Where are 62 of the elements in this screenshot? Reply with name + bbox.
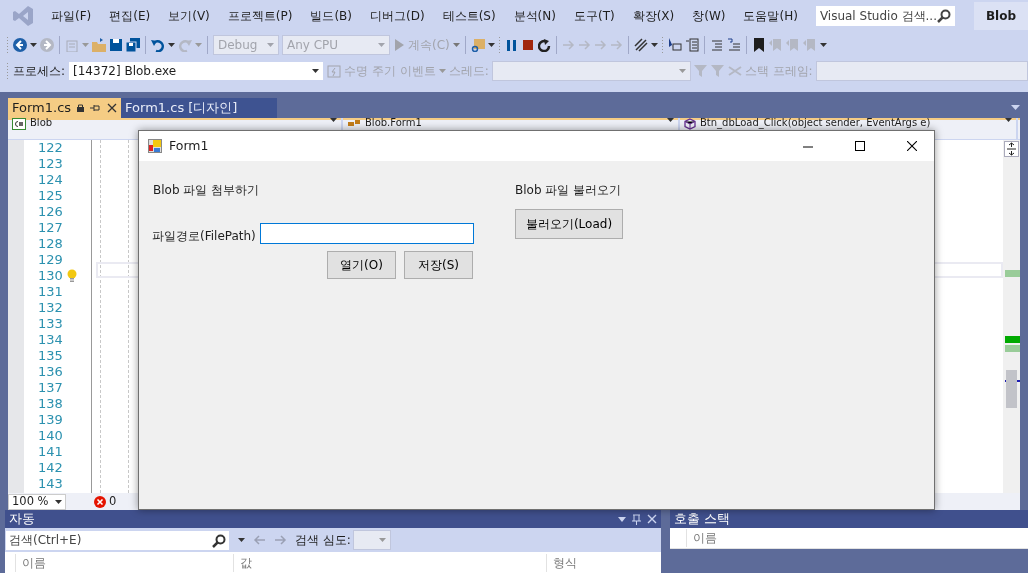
section-heading: Blob 파일 불러오기 [515,182,622,199]
line-number: 129 [38,252,63,268]
field-label: 파일경로(FilePath) [152,228,256,245]
menu-item[interactable]: 프로젝트(P) [218,0,302,32]
line-number: 141 [38,444,63,460]
line-number: 135 [38,348,63,364]
save-button[interactable]: 저장(S) [404,251,473,279]
solution-name: Blob [973,2,1028,30]
dropdown-value: Blob [30,118,54,128]
search-field[interactable]: 검색(Ctrl+E) [5,529,230,551]
line-number: 130 [38,268,63,284]
menu-item[interactable]: 도구(T) [564,0,624,32]
line-number: 133 [38,316,63,332]
search-field[interactable]: Visual Studio 검색... [814,5,956,27]
menu-item[interactable]: 편집(E) [100,0,160,32]
menu-item[interactable]: 분석(N) [504,0,565,32]
line-number: 138 [38,396,63,412]
menu-item[interactable]: 보기(V) [159,0,219,32]
zoom-dropdown[interactable]: 100 % [8,493,66,510]
line-number: 125 [38,188,63,204]
line-number: 122 [38,140,63,156]
menu-item[interactable]: 테스트(S) [433,0,505,32]
thread-label: 스레드: [448,63,489,80]
menu-item[interactable]: 확장(X) [623,0,684,32]
line-number: 124 [38,172,63,188]
process-label: 프로세스: [13,63,66,80]
line-number: 142 [38,460,63,476]
line-number: 140 [38,428,63,444]
section-heading: Blob 파일 첨부하기 [153,182,260,199]
depth-label: 검색 심도: [295,532,351,549]
dropdown-value: Btn_dbLoad_Click(object sender, EventArgs e) [700,118,932,128]
load-button[interactable]: 불러오기(Load) [515,209,623,239]
column-heading: 이름 [15,553,233,572]
line-number: 126 [38,204,63,220]
open-button[interactable]: 열기(O) [327,251,396,279]
line-number: 131 [38,284,63,300]
line-number: 128 [38,236,63,252]
window-title: Form1 [169,136,210,155]
menu-item[interactable]: 창(W) [683,0,735,32]
line-number: 136 [38,364,63,380]
line-number: 134 [38,332,63,348]
line-number: 139 [38,412,63,428]
document-tab[interactable]: Form1.cs [8,98,122,118]
line-number: 143 [38,476,63,492]
line-number: 127 [38,220,63,236]
panel-title: 호출 스택 [674,509,730,528]
menu-item[interactable]: 파일(F) [42,0,101,32]
panel-title: 자동 [9,509,35,528]
menu-item[interactable]: 디버그(D) [361,0,434,32]
column-heading: 형식 [546,553,656,572]
stack-frame-label: 스택 프레임: [744,63,813,80]
line-number: 123 [38,156,63,172]
line-number: 132 [38,300,63,316]
dropdown-value: Blob.Form1 [365,118,423,128]
column-heading: 값 [233,553,546,572]
menu-item[interactable]: 도움말(H) [734,0,807,32]
line-number: 137 [38,380,63,396]
document-tab[interactable]: Form1.cs [디자인] [121,98,278,118]
error-count: 0 [109,492,117,510]
menu-item[interactable]: 빌드(B) [301,0,361,32]
column-heading: 이름 [686,529,1016,547]
process-dropdown[interactable]: [14372] Blob.exe [68,61,325,81]
